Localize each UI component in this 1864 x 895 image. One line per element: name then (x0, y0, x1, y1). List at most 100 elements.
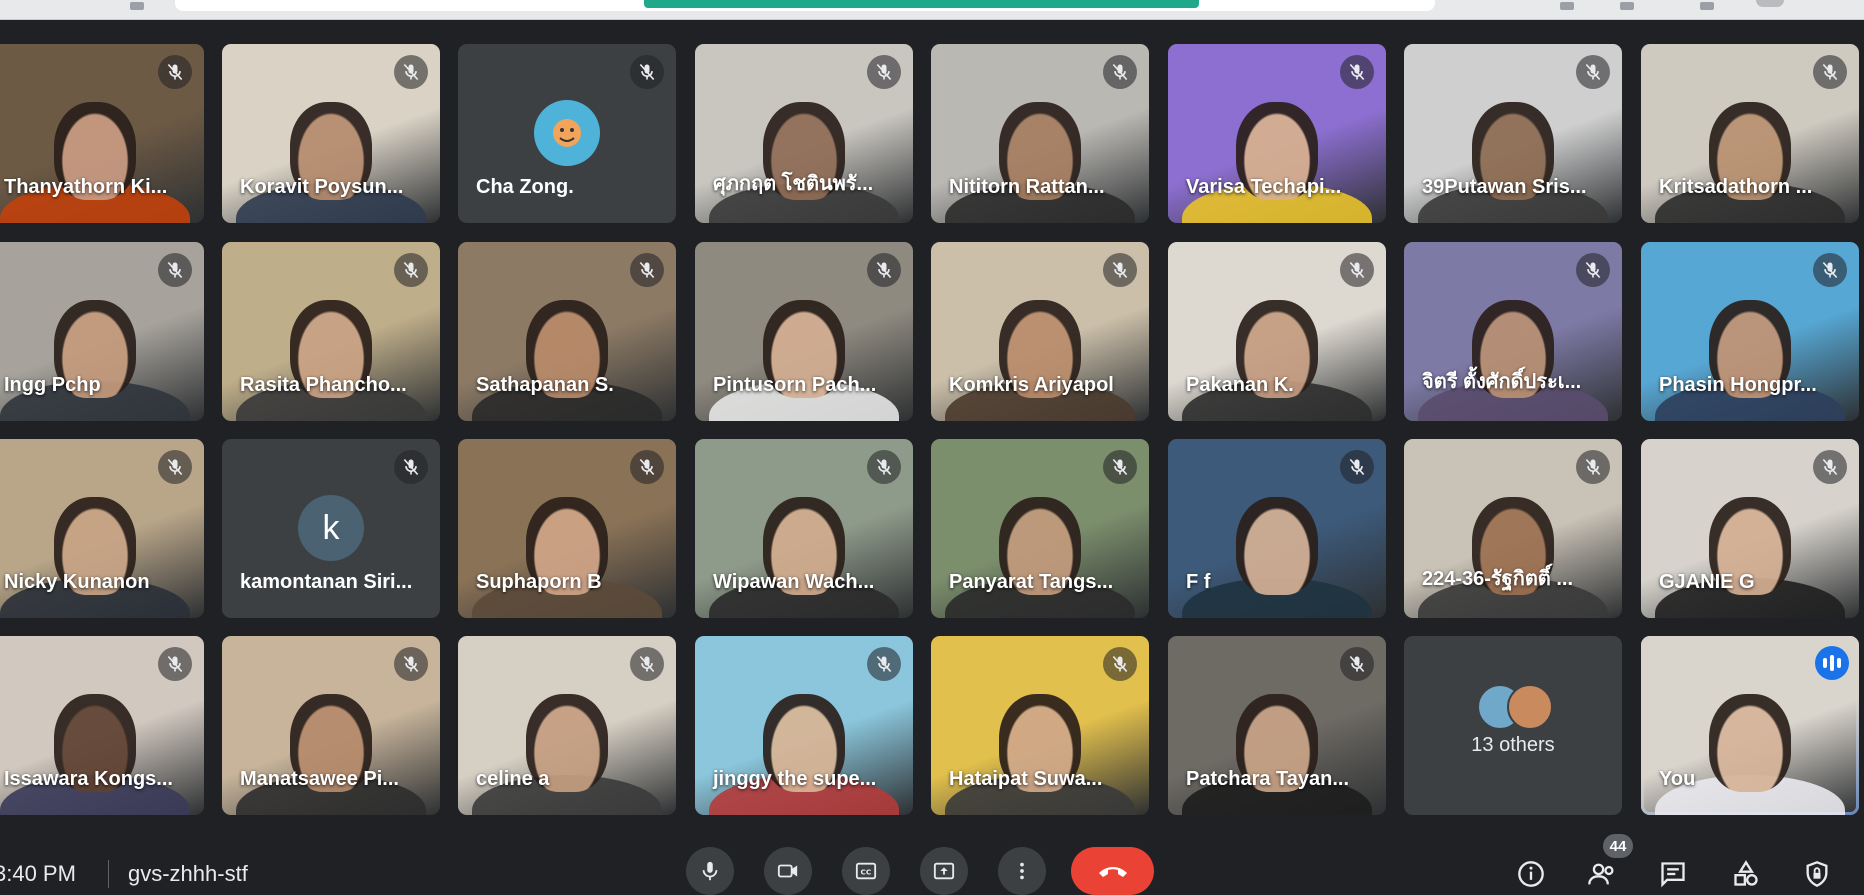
participant-tile[interactable]: celine a (458, 636, 676, 815)
leave-call-button[interactable] (1071, 847, 1154, 895)
muted-mic-icon (1576, 55, 1610, 89)
muted-mic-icon (158, 450, 192, 484)
participant-name: Sathapanan S. (476, 374, 614, 396)
participant-tile[interactable]: Sathapanan S. (458, 242, 676, 421)
participant-tile[interactable]: จิตรี ตั้งศักดิ์ประเ... (1404, 242, 1622, 421)
svg-text:CC: CC (861, 868, 872, 877)
meeting-details-button[interactable] (1514, 857, 1548, 891)
muted-mic-icon (1576, 253, 1610, 287)
bookmark-icon[interactable] (1620, 2, 1634, 10)
participant-tile[interactable]: Suphaporn B (458, 439, 676, 618)
muted-mic-icon (630, 55, 664, 89)
participant-name: จิตรี ตั้งศักดิ์ประเ... (1422, 371, 1582, 393)
participant-tile[interactable]: Nititorn Rattan... (931, 44, 1149, 223)
participant-name: Nititorn Rattan... (949, 176, 1105, 198)
activities-button[interactable] (1729, 857, 1763, 891)
screen-share-banner[interactable] (644, 0, 1199, 8)
muted-mic-icon (867, 253, 901, 287)
participant-name: You (1659, 768, 1696, 790)
more-options-button[interactable] (998, 847, 1046, 895)
mini-avatar (1507, 684, 1553, 730)
participant-name: Manatsawee Pi... (240, 768, 399, 790)
participant-name: Thanyathorn Ki... (4, 176, 168, 198)
chat-button[interactable] (1656, 857, 1690, 891)
participant-name: F f (1186, 571, 1211, 593)
participant-tile[interactable]: Varisa Techapi... (1168, 44, 1386, 223)
microphone-button[interactable] (686, 847, 734, 895)
participant-name: Nicky Kunanon (4, 571, 150, 593)
divider (108, 860, 109, 888)
participant-name: jinggy the supe... (713, 768, 877, 790)
participant-name: Komkris Ariyapol (949, 374, 1114, 396)
menu-icon[interactable] (1700, 2, 1714, 10)
participant-tile[interactable]: ศุภกฤต โชตินพรั... (695, 44, 913, 223)
muted-mic-icon (1103, 55, 1137, 89)
participant-tile[interactable]: Phasin Hongpr... (1641, 242, 1859, 421)
self-video-tile[interactable]: You (1641, 636, 1859, 815)
muted-mic-icon (1340, 253, 1374, 287)
participant-tile[interactable]: Cha Zong. (458, 44, 676, 223)
muted-mic-icon (1340, 450, 1374, 484)
participant-name: 224-36-รัฐกิตติ์ ... (1422, 568, 1574, 590)
participant-name: Pintusorn Pach... (713, 374, 877, 396)
participant-tile[interactable]: Pakanan K. (1168, 242, 1386, 421)
participant-tile[interactable]: Hataipat Suwa... (931, 636, 1149, 815)
participant-tile[interactable]: Nicky Kunanon (0, 439, 204, 618)
hangup-icon (1098, 867, 1127, 877)
participant-tile[interactable]: 224-36-รัฐกิตติ์ ... (1404, 439, 1622, 618)
host-controls-button[interactable] (1800, 857, 1834, 891)
participant-tile[interactable]: Manatsawee Pi... (222, 636, 440, 815)
extension-icon[interactable] (1560, 2, 1574, 10)
participant-tile[interactable]: Pintusorn Pach... (695, 242, 913, 421)
participant-name: GJANIE G (1659, 571, 1755, 593)
muted-mic-icon (867, 450, 901, 484)
participant-tile[interactable]: Panyarat Tangs... (931, 439, 1149, 618)
more-vert-icon (1020, 862, 1024, 880)
captions-button[interactable]: CC (842, 847, 890, 895)
person-face (1709, 694, 1791, 793)
participant-tile[interactable]: jinggy the supe... (695, 636, 913, 815)
browser-back-icon[interactable] (130, 2, 144, 10)
participant-name: Cha Zong. (476, 176, 574, 198)
profile-avatar[interactable] (1756, 0, 1784, 7)
info-icon (1518, 861, 1544, 887)
participant-tile[interactable]: Kritsadathorn ... (1641, 44, 1859, 223)
participant-name: Pakanan K. (1186, 374, 1294, 396)
participant-tile[interactable]: 39Putawan Sris... (1404, 44, 1622, 223)
speaking-indicator-icon (1815, 646, 1849, 680)
muted-mic-icon (867, 55, 901, 89)
present-screen-button[interactable] (920, 847, 968, 895)
profile-picture (534, 100, 600, 166)
participant-tile[interactable]: Thanyathorn Ki... (0, 44, 204, 223)
captions-icon: CC (855, 862, 877, 880)
participant-tile[interactable]: Issawara Kongs... (0, 636, 204, 815)
muted-mic-icon (1813, 55, 1847, 89)
participant-tile[interactable]: Patchara Tayan... (1168, 636, 1386, 815)
muted-mic-icon (394, 55, 428, 89)
participant-tile[interactable]: Rasita Phancho... (222, 242, 440, 421)
muted-mic-icon (1813, 253, 1847, 287)
participant-name: Suphaporn B (476, 571, 602, 593)
people-button[interactable] (1585, 857, 1619, 891)
activities-icon (1734, 860, 1758, 886)
participant-tile[interactable]: Koravit Poysun... (222, 44, 440, 223)
participant-tile[interactable]: Wipawan Wach... (695, 439, 913, 618)
participant-tile[interactable]: Komkris Ariyapol (931, 242, 1149, 421)
shield-lock-icon (1806, 861, 1828, 887)
muted-mic-icon (394, 450, 428, 484)
participant-name: Koravit Poysun... (240, 176, 404, 198)
participant-tile[interactable]: F f (1168, 439, 1386, 618)
camera-button[interactable] (764, 847, 812, 895)
others-tile[interactable]: 13 others (1404, 636, 1622, 815)
participant-tile[interactable]: GJANIE G (1641, 439, 1859, 618)
chat-icon (1661, 862, 1685, 888)
participant-tile[interactable]: Ingg Pchp (0, 242, 204, 421)
participant-name: ศุภกฤต โชตินพรั... (713, 173, 874, 195)
participant-name: Phasin Hongpr... (1659, 374, 1817, 396)
participant-name: Patchara Tayan... (1186, 768, 1350, 790)
muted-mic-icon (1340, 647, 1374, 681)
participant-name: Rasita Phancho... (240, 374, 407, 396)
participant-tile[interactable]: k kamontanan Siri... (222, 439, 440, 618)
participant-count-badge: 44 (1603, 834, 1633, 858)
muted-mic-icon (394, 647, 428, 681)
